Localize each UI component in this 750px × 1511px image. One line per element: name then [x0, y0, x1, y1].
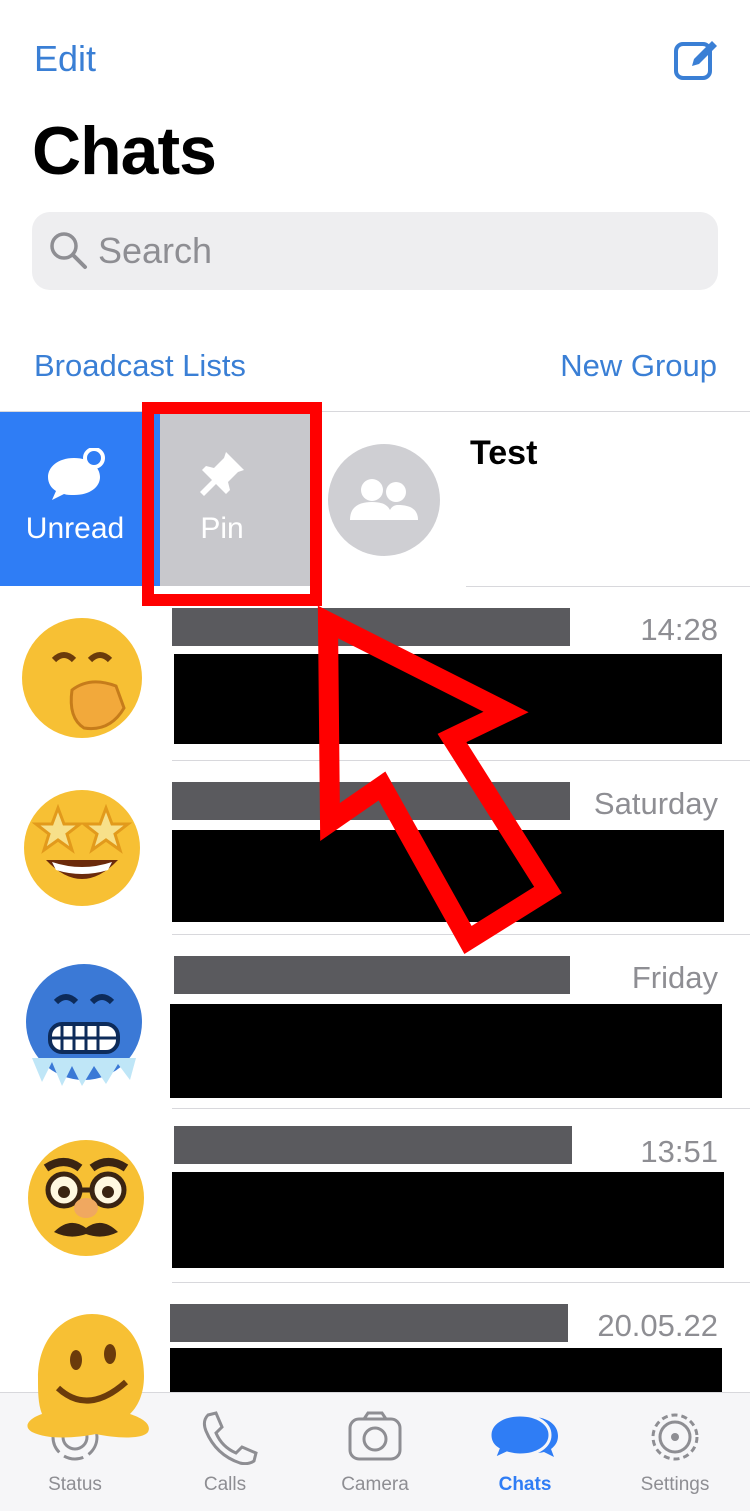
group-avatar: [328, 444, 440, 556]
chat-time: 13:51: [640, 1134, 718, 1169]
redacted-message-preview: [172, 1172, 724, 1268]
tab-calls[interactable]: Calls: [150, 1409, 300, 1496]
divider: [172, 1108, 750, 1109]
tab-camera[interactable]: Camera: [300, 1409, 450, 1496]
disguised-face-emoji: [28, 1140, 144, 1256]
redacted-chat-name: [170, 1304, 568, 1342]
group-icon: [350, 479, 418, 520]
search-icon: [50, 232, 87, 269]
chat-time: 20.05.22: [597, 1308, 718, 1343]
chat-bubbles-icon: [488, 1413, 558, 1462]
edit-button[interactable]: Edit: [34, 38, 96, 80]
broadcast-lists-link[interactable]: Broadcast Lists: [34, 348, 246, 384]
page-title: Chats: [32, 113, 217, 189]
redacted-message-preview: [170, 1004, 722, 1098]
cold-face-emoji: [26, 964, 142, 1086]
chat-time: Friday: [631, 960, 718, 995]
tab-label: Chats: [498, 1474, 552, 1495]
chat-name[interactable]: Test: [470, 434, 537, 473]
tab-settings[interactable]: Settings: [600, 1409, 750, 1496]
redacted-message-preview: [170, 1348, 722, 1392]
search-placeholder: Search: [98, 230, 213, 271]
highlight-box: [142, 402, 322, 606]
camera-icon: [348, 1411, 402, 1461]
chat-time: Saturday: [593, 786, 718, 821]
chat-time: 14:28: [640, 612, 718, 647]
compose-icon[interactable]: [672, 36, 720, 84]
gear-icon: [651, 1413, 699, 1461]
phone-icon: [202, 1411, 258, 1466]
melting-face-emoji: [27, 1314, 149, 1438]
tab-label: Calls: [203, 1474, 247, 1495]
hand-over-mouth-emoji: [22, 618, 142, 738]
tab-label: Status: [48, 1474, 102, 1495]
divider: [466, 586, 750, 587]
tab-chats[interactable]: Chats: [450, 1409, 600, 1496]
unread-label: Unread: [25, 512, 125, 545]
star-struck-emoji: [24, 790, 140, 906]
tab-label: Settings: [640, 1474, 710, 1495]
divider: [172, 1282, 750, 1283]
red-arrow-annotation: [317, 605, 562, 955]
unread-chat-icon: [48, 448, 105, 500]
tab-label: Camera: [341, 1474, 409, 1495]
new-group-link[interactable]: New Group: [560, 348, 717, 384]
redacted-chat-name: [174, 1126, 572, 1164]
